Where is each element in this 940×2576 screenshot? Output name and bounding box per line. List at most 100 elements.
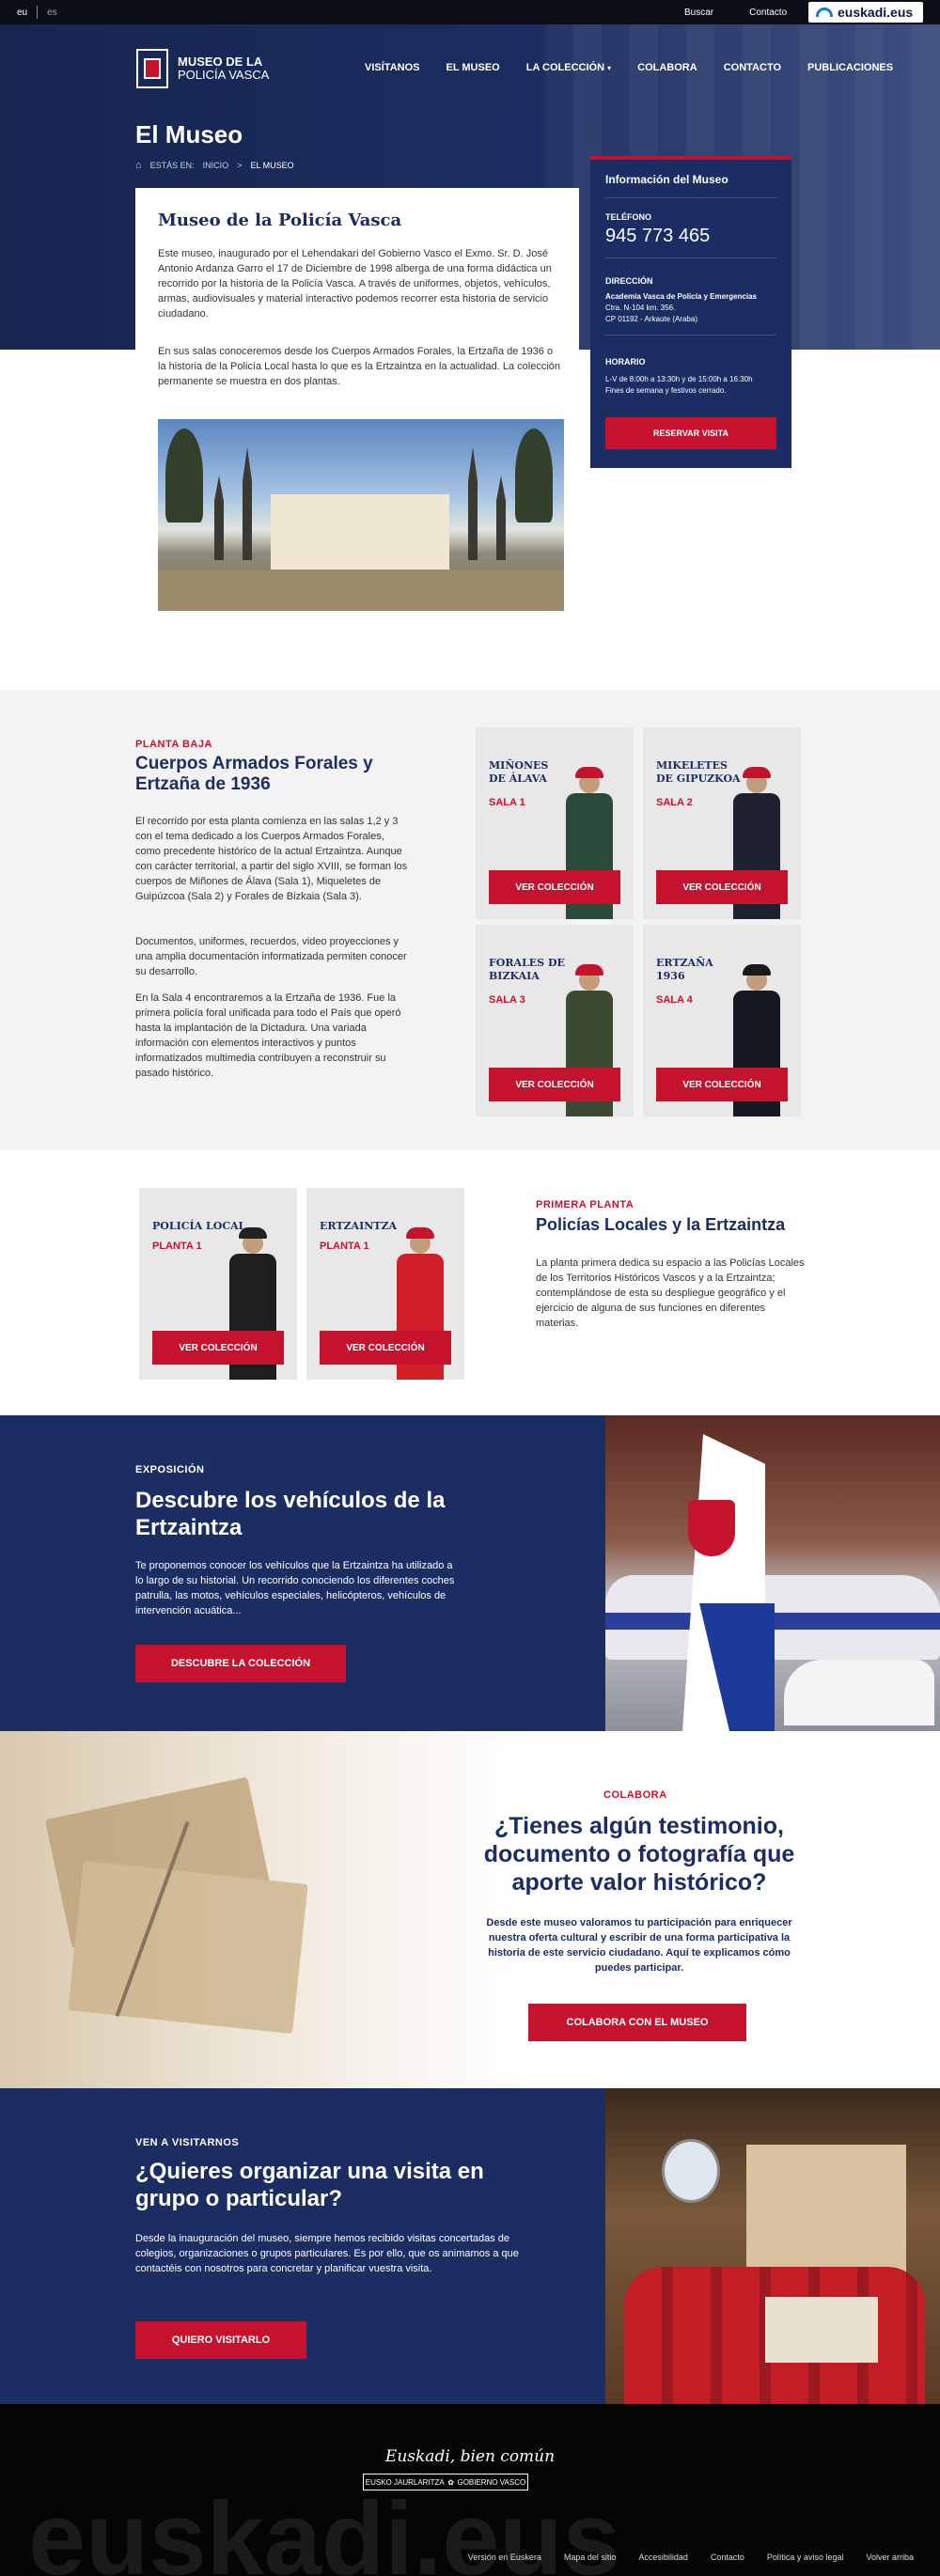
card-minones-alava: MIÑONES DE ÁLAVA SALA 1 VER COLECCIÓN xyxy=(476,727,634,919)
top-bar: eu es Buscar Contacto euskadi.eus xyxy=(0,0,940,24)
breadcrumb-label: ESTÁS EN: xyxy=(149,161,195,170)
card-name-line1: POLICÍA LOCAL xyxy=(152,1220,246,1232)
page-title: El Museo xyxy=(135,120,243,148)
vehiculos-text: Te proponemos conocer los vehículos que … xyxy=(135,1560,455,1616)
card-policia-local: POLICÍA LOCAL PLANTA 1 VER COLECCIÓN xyxy=(139,1188,297,1380)
hours-label: HORARIO xyxy=(605,357,646,367)
ver-coleccion-button[interactable]: VER COLECCIÓN xyxy=(656,1068,788,1101)
nav-item-la-coleccion[interactable]: LA COLECCIÓN ▾ xyxy=(526,62,611,73)
colabora-museo-button[interactable]: COLABORA CON EL MUSEO xyxy=(528,2004,746,2041)
address-label: DIRECCIÓN xyxy=(605,276,653,286)
top-contact-link[interactable]: Contacto xyxy=(749,8,787,18)
card-sala: SALA 3 xyxy=(489,994,525,1006)
colabora-text: Desde este museo valoramos tu participac… xyxy=(486,1917,792,1974)
breadcrumb: ⌂ ESTÁS EN: INICIO > EL MUSEO xyxy=(135,160,294,171)
footer-link-sitemap[interactable]: Mapa del sitio xyxy=(564,2553,617,2562)
colabora-section: COLABORA ¿Tienes algún testimonio, docum… xyxy=(0,1731,940,2088)
school-visit-photo xyxy=(605,2088,940,2404)
quiero-visitarlo-button[interactable]: QUIERO VISITARLO xyxy=(135,2321,306,2359)
address-line-1: Academia Vasca de Policía y Emergencias xyxy=(605,292,757,301)
intro-paragraph-2: En sus salas conoceremos desde los Cuerp… xyxy=(158,346,561,387)
footer-link-accesibilidad[interactable]: Accesibilidad xyxy=(638,2553,688,2562)
card-forales-bizkaia: FORALES DE BIZKAIA SALA 3 VER COLECCIÓN xyxy=(476,925,634,1116)
logo-line-2: POLICÍA VASCA xyxy=(178,68,270,82)
card-name-line1: ERTZAINTZA xyxy=(320,1220,398,1232)
breadcrumb-separator: > xyxy=(237,161,243,170)
top-links: Buscar Contacto xyxy=(684,8,787,18)
euskadi-logo-text: euskadi.eus xyxy=(838,5,914,20)
lang-es-link[interactable]: es xyxy=(47,8,57,19)
address-line-2: Ctra. N-104 km. 356. xyxy=(605,304,676,312)
old-documents-image xyxy=(38,1759,320,2060)
intro-paragraph-1: Este museo, inaugurado por el Lehendakar… xyxy=(158,248,552,320)
footer-tagline: Euskadi, bien común xyxy=(384,2447,556,2466)
nav-item-el-museo[interactable]: EL MUSEO xyxy=(446,62,499,73)
ver-coleccion-button[interactable]: VER COLECCIÓN xyxy=(489,870,620,904)
police-badge-icon xyxy=(136,49,168,88)
footer-link-euskera[interactable]: Versión en Euskera xyxy=(468,2553,541,2562)
card-name-line1: MIÑONES xyxy=(489,759,549,772)
gov-right-text: GOBIERNO VASCO xyxy=(457,2477,526,2487)
chevron-down-icon: ▾ xyxy=(607,64,612,72)
ver-coleccion-button[interactable]: VER COLECCIÓN xyxy=(489,1068,620,1101)
card-ertzaintza: ERTZAINTZA PLANTA 1 VER COLECCIÓN xyxy=(306,1188,464,1380)
gobierno-vasco-logo[interactable]: EUSKO JAURLARITZA ✿ GOBIERNO VASCO xyxy=(363,2474,528,2490)
visitanos-eyebrow: VEN A VISITARNOS xyxy=(135,2137,240,2148)
ver-coleccion-button[interactable]: VER COLECCIÓN xyxy=(320,1331,451,1365)
primera-planta-eyebrow: PRIMERA PLANTA xyxy=(536,1199,634,1210)
footer-links: Versión en Euskera Mapa del sitio Accesi… xyxy=(468,2553,914,2562)
phone-number[interactable]: 945 773 465 xyxy=(605,226,710,247)
card-name-line2: 1936 xyxy=(656,970,685,982)
footer-link-volver-arriba[interactable]: Volver arriba xyxy=(866,2553,914,2562)
home-icon: ⌂ xyxy=(135,160,142,171)
colabora-eyebrow: COLABORA xyxy=(603,1789,667,1801)
footer-link-contacto[interactable]: Contacto xyxy=(711,2553,744,2562)
main-nav: VISÍTANOS EL MUSEO LA COLECCIÓN ▾ COLABO… xyxy=(365,62,919,73)
card-sala: PLANTA 1 xyxy=(152,1241,202,1252)
planta-baja-paragraph-1: El recorrido por esta planta comienza en… xyxy=(135,816,408,902)
police-vehicles-photo xyxy=(605,1415,940,1731)
nav-item-contacto[interactable]: CONTACTO xyxy=(724,62,781,73)
ver-coleccion-button[interactable]: VER COLECCIÓN xyxy=(152,1331,284,1365)
primera-planta-section: POLICÍA LOCAL PLANTA 1 VER COLECCIÓN ERT… xyxy=(0,1150,940,1415)
primera-planta-text: La planta primera dedica su espacio a la… xyxy=(536,1257,805,1329)
language-switcher: eu es xyxy=(17,6,57,19)
card-name-line1: MIKELETES xyxy=(656,759,728,772)
breadcrumb-current: EL MUSEO xyxy=(250,161,294,170)
vehiculos-title: Descubre los vehículos de la Ertzaintza xyxy=(135,1488,446,1540)
ver-coleccion-button[interactable]: VER COLECCIÓN xyxy=(656,870,788,904)
reserve-visit-button[interactable]: RESERVAR VISITA xyxy=(605,417,776,449)
address-line-3: CP 01192 - Arkaute (Araba) xyxy=(605,315,697,323)
planta-baja-title: Cuerpos Armados Forales y Ertzaña de 193… xyxy=(135,754,373,794)
phone-label: TELÉFONO xyxy=(605,212,651,222)
vehiculos-section: EXPOSICIÓN Descubre los vehículos de la … xyxy=(0,1415,940,1731)
card-name-line1: ERTZAÑA xyxy=(656,957,713,969)
nav-item-visitanos[interactable]: VISÍTANOS xyxy=(365,62,419,73)
card-name-line1: FORALES DE xyxy=(489,957,565,969)
gov-emblem-icon: ✿ xyxy=(447,2477,454,2487)
search-link[interactable]: Buscar xyxy=(684,8,713,18)
card-sala: PLANTA 1 xyxy=(320,1241,369,1252)
nav-item-la-coleccion-label: LA COLECCIÓN xyxy=(525,62,605,73)
info-title: Información del Museo xyxy=(605,173,728,186)
primera-planta-title: Policías Locales y la Ertzaintza xyxy=(536,1215,786,1234)
museum-building-photo xyxy=(158,419,564,611)
card-mikeletes-gipuzkoa: MIKELETES DE GIPUZKOA SALA 2 VER COLECCIÓ… xyxy=(643,727,801,919)
footer-link-legal[interactable]: Política y aviso legal xyxy=(767,2553,844,2562)
museum-info-box: Información del Museo TELÉFONO 945 773 4… xyxy=(590,156,791,468)
site-logo[interactable]: MUSEO DE LA POLICÍA VASCA xyxy=(136,49,269,88)
gov-left-text: EUSKO JAURLARITZA xyxy=(365,2477,445,2487)
breadcrumb-home[interactable]: INICIO xyxy=(203,161,229,170)
nav-item-colabora[interactable]: COLABORA xyxy=(637,62,697,73)
euskadi-eus-logo[interactable]: euskadi.eus xyxy=(808,2,923,23)
intro-title: Museo de la Policía Vasca xyxy=(158,211,402,230)
card-sala: SALA 4 xyxy=(656,994,693,1006)
descubre-coleccion-button[interactable]: DESCUBRE LA COLECCIÓN xyxy=(135,1645,346,1682)
lang-eu-link[interactable]: eu xyxy=(17,8,27,19)
visitanos-title: ¿Quieres organizar una visita en grupo o… xyxy=(135,2159,484,2211)
nav-item-publicaciones[interactable]: PUBLICACIONES xyxy=(807,62,893,73)
vehiculos-eyebrow: EXPOSICIÓN xyxy=(135,1464,205,1475)
planta-baja-paragraph-3: En la Sala 4 encontraremos a la Ertzaña … xyxy=(135,992,401,1079)
card-ertzana-1936: ERTZAÑA 1936 SALA 4 VER COLECCIÓN xyxy=(643,925,801,1116)
visitanos-text: Desde la inauguración del museo, siempre… xyxy=(135,2233,519,2274)
